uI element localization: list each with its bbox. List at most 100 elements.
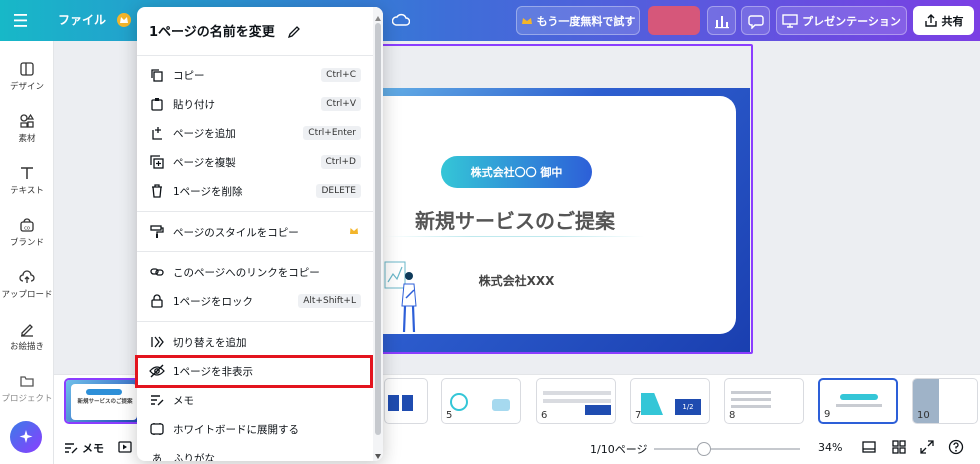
shortcut-badge: DELETE <box>316 184 361 198</box>
sidebar-item-label: プロジェクト <box>1 394 53 404</box>
notes-view-icon[interactable] <box>862 441 876 456</box>
slide-recipient-pill[interactable]: 株式会社〇〇 御中 <box>441 156 592 188</box>
menu-item-add-page[interactable]: ページを追加 Ctrl+Enter <box>137 119 373 147</box>
zoom-slider-handle[interactable] <box>697 442 711 456</box>
shortcut-badge: Alt+Shift+L <box>298 294 361 308</box>
menu-item-label: メモ <box>173 394 194 407</box>
menu-item-furigana[interactable]: あ ふりがな <box>137 444 373 462</box>
copy-icon <box>149 67 165 83</box>
add-page-icon <box>149 125 165 141</box>
thumbnail-title: 新規サービスのご提案 <box>77 399 133 405</box>
page-thumbnail-1[interactable]: 新規サービスのご提案 <box>64 378 142 424</box>
menu-item-copy[interactable]: コピー Ctrl+C <box>137 61 373 89</box>
trash-icon <box>149 183 165 199</box>
menu-item-label: ホワイトボードに展開する <box>173 423 299 436</box>
page-thumbnail-9[interactable]: 9 <box>818 378 898 424</box>
sidebar-item-upload[interactable]: アップロード <box>0 263 54 313</box>
upload-cloud-icon <box>19 270 35 283</box>
page-indicator[interactable]: 1/10ページ <box>590 441 647 457</box>
page-thumbnail-6[interactable]: 6 <box>536 378 616 424</box>
menu-item-add-transition[interactable]: 切り替えを追加 <box>137 328 373 356</box>
shortcut-badge: Ctrl+D <box>320 155 361 169</box>
pencil-icon <box>288 26 301 39</box>
duplicate-icon <box>149 154 165 170</box>
paint-roller-icon <box>149 224 165 240</box>
fullscreen-icon[interactable] <box>920 440 934 457</box>
menu-item-copy-page-style[interactable]: ページのスタイルをコピー <box>137 218 373 246</box>
page-thumbnail-4[interactable] <box>384 378 428 424</box>
page-context-menu: 1ページの名前を変更 コピー Ctrl+C 貼り付け Ctrl+V ページを追加… <box>137 7 383 461</box>
link-icon <box>149 264 165 280</box>
shortcut-badge: Ctrl+V <box>321 97 361 111</box>
person-illustration <box>384 261 417 333</box>
page-thumbnail-7[interactable]: 1/2 7 <box>630 378 710 424</box>
paste-icon <box>149 96 165 112</box>
present-icon <box>782 13 798 28</box>
file-menu[interactable]: ファイル <box>58 0 106 41</box>
timer-icon[interactable] <box>118 441 132 456</box>
menu-scrollbar-thumb[interactable] <box>375 23 381 435</box>
zoom-value[interactable]: 34% <box>818 441 842 454</box>
insights-icon[interactable] <box>707 6 736 35</box>
menu-item-label: 1ページを削除 <box>173 185 243 198</box>
sidebar-item-text[interactable]: テキスト <box>0 159 54 209</box>
try-free-again-button[interactable]: もう一度無料で試す <box>516 6 640 35</box>
menu-item-expand-whiteboard[interactable]: ホワイトボードに展開する <box>137 415 373 443</box>
menu-item-label: コピー <box>173 69 205 82</box>
premium-crown-icon <box>349 226 359 238</box>
menu-item-lock-page[interactable]: 1ページをロック Alt+Shift+L <box>137 287 373 315</box>
folder-icon <box>20 376 34 387</box>
sidebar-item-label: アップロード <box>1 290 53 300</box>
present-button[interactable]: プレゼンテーション <box>776 6 907 35</box>
menu-item-label: このページへのリンクをコピー <box>173 266 320 279</box>
sidebar-item-label: ブランド <box>9 238 44 248</box>
left-sidebar: デザイン 素材 テキスト co ブランド アップロード お絵描き プロジェクト <box>0 41 54 464</box>
menu-item-notes[interactable]: メモ <box>137 386 373 414</box>
lock-icon <box>149 293 165 309</box>
page-number: 5 <box>446 410 453 421</box>
slide-company[interactable]: 株式会社XXX <box>441 272 592 289</box>
sidebar-item-brand[interactable]: co ブランド <box>0 211 54 261</box>
notes-icon <box>65 443 78 454</box>
menu-item-label: 1ページをロック <box>173 295 253 308</box>
menu-item-label: ページのスタイルをコピー <box>173 226 299 239</box>
share-button[interactable]: 共有 <box>913 6 974 35</box>
page-number: 7 <box>635 410 642 421</box>
thumbnail-fraction: 1/2 <box>675 399 701 415</box>
sidebar-item-projects[interactable]: プロジェクト <box>0 367 54 417</box>
menu-item-copy-link[interactable]: このページへのリンクをコピー <box>137 258 373 286</box>
notes-icon <box>149 392 165 408</box>
draw-icon <box>21 324 33 337</box>
scroll-down-icon[interactable] <box>375 449 381 459</box>
text-icon <box>21 167 33 179</box>
menu-item-label: ページを複製 <box>173 156 236 169</box>
sidebar-item-draw[interactable]: お絵描き <box>0 315 54 365</box>
rename-page-item[interactable]: 1ページの名前を変更 <box>149 21 301 40</box>
page-thumbnail-8[interactable]: 8 <box>724 378 804 424</box>
zoom-slider[interactable] <box>654 442 800 456</box>
menu-item-paste[interactable]: 貼り付け Ctrl+V <box>137 90 373 118</box>
avatar[interactable] <box>648 6 700 35</box>
page-thumbnail-10[interactable]: 10 <box>912 378 978 424</box>
page-number: 10 <box>917 410 930 421</box>
comment-icon[interactable] <box>741 6 770 35</box>
help-icon[interactable] <box>948 439 964 458</box>
menu-divider <box>137 251 373 252</box>
sidebar-item-elements[interactable]: 素材 <box>0 107 54 157</box>
page-number: 9 <box>824 409 831 420</box>
title-underline <box>385 236 645 237</box>
grid-view-icon[interactable] <box>892 440 906 457</box>
page-thumbnail-5[interactable]: 5 <box>441 378 521 424</box>
sidebar-item-design[interactable]: デザイン <box>0 55 54 105</box>
menu-item-duplicate-page[interactable]: ページを複製 Ctrl+D <box>137 148 373 176</box>
menu-item-delete-page[interactable]: 1ページを削除 DELETE <box>137 177 373 205</box>
notes-label: メモ <box>82 442 104 455</box>
try-free-again-label: もう一度無料で試す <box>536 14 636 28</box>
shapes-icon <box>20 113 35 128</box>
menu-divider <box>137 321 373 322</box>
slide-title[interactable]: 新規サービスのご提案 <box>385 205 645 234</box>
present-label: プレゼンテーション <box>802 14 901 28</box>
menu-divider <box>137 211 373 212</box>
notes-button[interactable]: メモ <box>64 440 104 456</box>
scroll-up-icon[interactable] <box>375 11 381 21</box>
